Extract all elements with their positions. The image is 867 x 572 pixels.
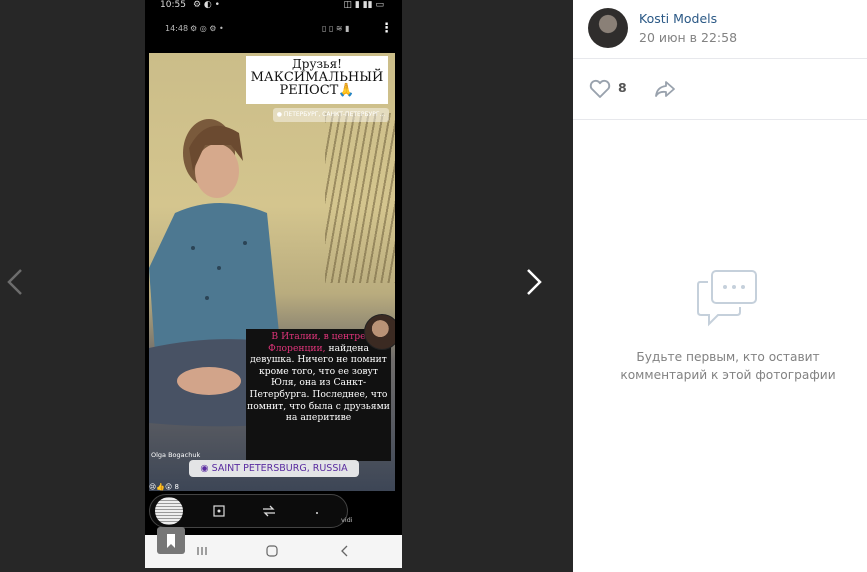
empty-comments-text: Будьте первым, кто оставит комментарий к… — [620, 350, 836, 382]
recent-apps-icon — [197, 547, 207, 555]
story-headline: Друзья! МАКСИМАЛЬНЫЙ РЕПОСТ🙏 — [246, 56, 388, 104]
story-caption-text: найдена девушка. Ничего не помнит кроме … — [247, 342, 390, 424]
bookmark-icon — [167, 534, 175, 548]
share-arrow-icon — [655, 81, 675, 97]
divider — [573, 58, 867, 59]
story-author-avatar — [364, 314, 395, 350]
chevron-left-icon — [7, 269, 22, 295]
story-header: 14:48 ⚙ ◎ ⚙ • ▯ ▯ ≋ ▮ ⋮ — [145, 21, 402, 36]
home-icon — [266, 545, 278, 557]
repost-icon — [263, 505, 275, 517]
more-menu-icon[interactable]: ⋮ — [380, 21, 393, 36]
story-caption: В Италии, в центре Флоренции, найдена де… — [246, 329, 391, 461]
back-icon — [341, 545, 348, 557]
story-time: 14:48 — [165, 24, 189, 33]
share-button[interactable] — [651, 76, 679, 102]
crop-icon — [213, 505, 225, 517]
more-capture-button[interactable] — [308, 503, 326, 519]
share-capture-button[interactable] — [260, 503, 278, 519]
next-photo-button[interactable] — [516, 262, 552, 302]
scroll-capture-button[interactable] — [210, 503, 228, 519]
story-credit: Olga Bogachuk — [151, 451, 201, 459]
like-button[interactable]: 8 — [587, 76, 631, 102]
capture-toolbar — [149, 494, 348, 528]
author-name-link[interactable]: Kosti Models — [639, 11, 717, 26]
location-pin-icon: ◉ — [200, 463, 209, 474]
heart-icon — [589, 79, 611, 98]
story-location-tag: ◉ SAINT PETERSBURG, RUSSIA — [189, 460, 359, 477]
divider — [573, 119, 867, 120]
recent-apps-button[interactable] — [194, 543, 210, 559]
chevron-right-icon — [527, 269, 542, 295]
phone-screenshot: 10:55 ⚙ ◐ • ◫ ▮ ▮▮ ▭ 14:48 ⚙ ◎ ⚙ • ▯ ▯ ≋… — [145, 0, 402, 568]
like-count: 8 — [618, 80, 627, 95]
story-status-icons: ▯ ▯ ≋ ▮ — [322, 24, 350, 33]
headline-line-3: РЕПОСТ🙏 — [279, 83, 355, 98]
home-button[interactable] — [264, 543, 280, 559]
screenshot-thumbnail[interactable] — [155, 497, 183, 525]
bookmark-button[interactable] — [157, 527, 185, 554]
partial-text: vidi — [341, 516, 353, 524]
previous-photo-button[interactable] — [0, 262, 36, 302]
story-location-label: SAINT PETERSBURG, RUSSIA — [211, 463, 348, 474]
post-sidebar: Kosti Models 20 июн в 22:58 8 Будьте пер… — [573, 0, 867, 572]
author-avatar[interactable] — [588, 8, 628, 48]
status-icons: ⚙ ◐ • — [193, 0, 220, 10]
story-image: Друзья! МАКСИМАЛЬНЫЙ РЕПОСТ🙏 ● ПЕТЕРБУРГ… — [149, 53, 395, 491]
comment-bubble-icon — [695, 268, 761, 330]
story-reactions: 😢👍😲 8 — [149, 483, 179, 491]
status-bar: 10:55 ⚙ ◐ • ◫ ▮ ▮▮ ▭ — [145, 0, 402, 12]
battery-icon: ◫ ▮ ▮▮ ▭ — [343, 0, 384, 10]
status-time: 10:55 — [160, 0, 186, 10]
photo-viewer: 10:55 ⚙ ◐ • ◫ ▮ ▮▮ ▭ 14:48 ⚙ ◎ ⚙ • ▯ ▯ ≋… — [0, 0, 573, 572]
story-location-top: ● ПЕТЕРБУРГ, САНКТ-ПЕТЕРБУРГ... — [273, 108, 389, 122]
post-date-link[interactable]: 20 июн в 22:58 — [639, 30, 737, 45]
story-header-icons: ⚙ ◎ ⚙ • — [190, 24, 224, 33]
back-button[interactable] — [337, 543, 353, 559]
dot-icon — [316, 512, 318, 514]
